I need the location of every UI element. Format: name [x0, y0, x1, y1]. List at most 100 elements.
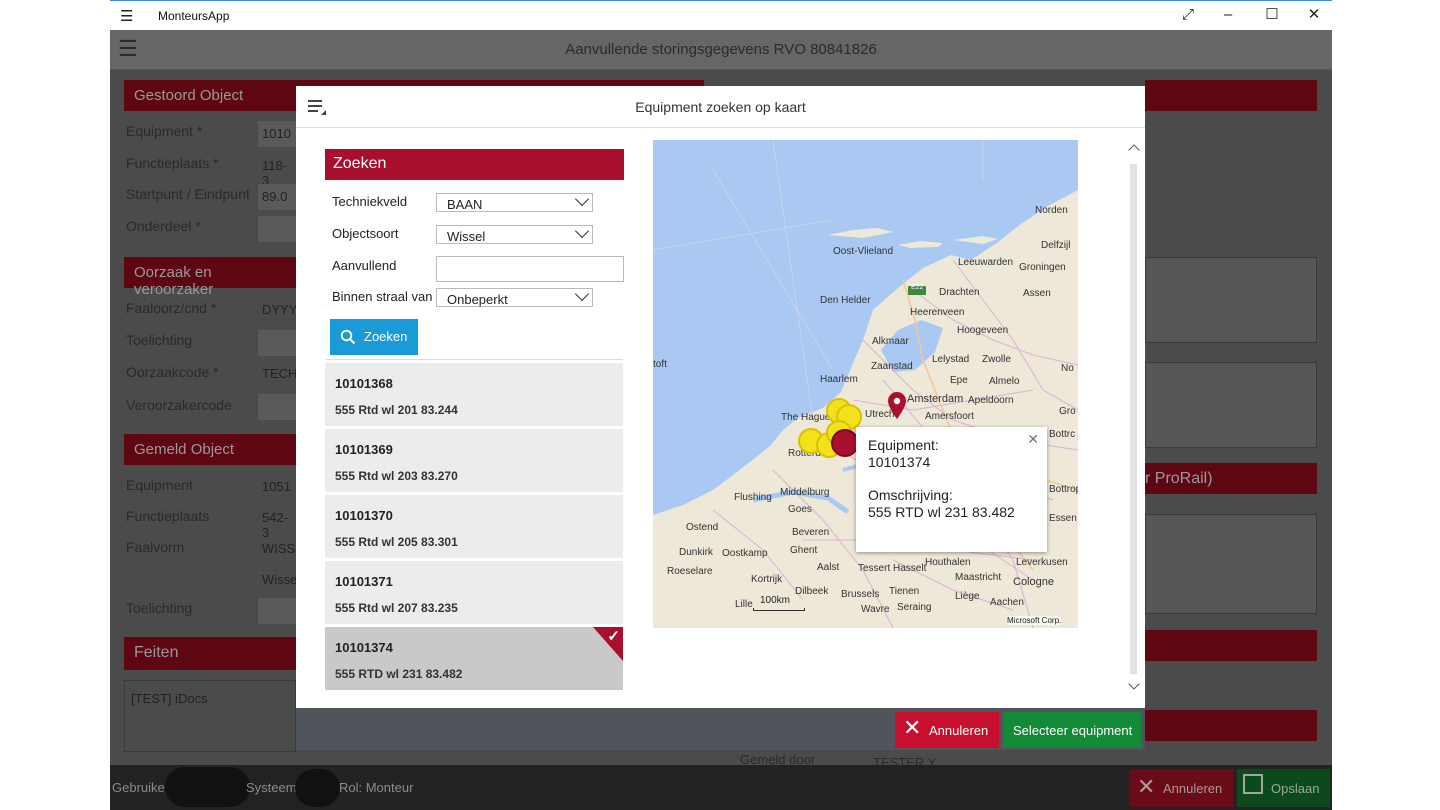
- app-header: ☰ Aanvullende storingsgegevens RVO 80841…: [110, 30, 1332, 70]
- save-button[interactable]: Opslaan: [1237, 769, 1330, 807]
- value-toelichting[interactable]: [258, 330, 298, 356]
- map-label: Kortrijk: [751, 574, 783, 585]
- chevron-up-icon[interactable]: [1128, 144, 1140, 156]
- right-box-3: [1145, 514, 1317, 614]
- select-techniekveld-value: BAAN: [447, 197, 483, 212]
- map-label: Amersfoort: [925, 411, 974, 422]
- value-gemeld-toelichting[interactable]: [258, 598, 298, 624]
- map-label: Drachten: [939, 287, 980, 298]
- feiten-box: [TEST] iDocs: [124, 680, 296, 752]
- result-item[interactable]: 10101368 555 Rtd wl 201 83.244: [325, 363, 623, 426]
- status-cancel-button[interactable]: ✕ Annuleren: [1129, 769, 1233, 807]
- label-toelichting: Toelichting: [126, 332, 193, 348]
- result-description: 555 Rtd wl 201 83.244: [335, 403, 458, 417]
- chevron-down-icon: [574, 191, 590, 207]
- map-selected-marker[interactable]: [831, 429, 859, 457]
- map-popup: ✕ Equipment: 10101374 Omschrijving: 555 …: [856, 427, 1047, 552]
- map-label: Groningen: [1019, 262, 1066, 273]
- dialog-header: Equipment zoeken op kaart: [296, 86, 1145, 128]
- close-window-button[interactable]: ✕: [1302, 5, 1326, 25]
- value-equipment[interactable]: 1010: [258, 121, 298, 147]
- label-objectsoort: Objectsoort: [332, 226, 399, 241]
- value-startpunt[interactable]: 89.0: [258, 184, 298, 210]
- map-label: Essen: [1049, 513, 1077, 524]
- right-section-header-2: [1145, 630, 1317, 661]
- map-pin-icon[interactable]: [887, 392, 907, 420]
- result-item[interactable]: 10101370 555 Rtd wl 205 83.301: [325, 495, 623, 558]
- result-description: 555 Rtd wl 203 83.270: [335, 469, 458, 483]
- popup-omschrijving-label: Omschrijving:: [868, 487, 953, 503]
- value-faalvorm-2: Wisse: [262, 572, 298, 587]
- right-section-prorail-text: r ProRail): [1145, 470, 1213, 487]
- right-box-2: [1145, 362, 1317, 448]
- result-description: 555 RTD wl 231 83.482: [335, 667, 463, 681]
- dialog-scrollbar[interactable]: [1128, 140, 1142, 696]
- map-label: Lelystad: [932, 354, 970, 365]
- equipment-map-dialog: Equipment zoeken op kaart Zoeken Technie…: [296, 86, 1145, 750]
- label-techniekveld: Techniekveld: [332, 194, 408, 209]
- map-label: Zaanstad: [871, 361, 913, 372]
- popup-omschrijving-value: 555 RTD wl 231 83.482: [868, 504, 1015, 520]
- label-gemeld-functieplaats: Functieplaats: [126, 508, 210, 524]
- value-onderdeel[interactable]: [258, 216, 298, 242]
- map-label: Assen: [1023, 288, 1051, 299]
- status-cancel-label: Annuleren: [1163, 781, 1223, 796]
- result-number: 10101370: [335, 508, 393, 523]
- search-button[interactable]: Zoeken: [330, 319, 418, 355]
- select-objectsoort[interactable]: Wissel: [436, 223, 593, 244]
- scrollbar-thumb[interactable]: [1130, 164, 1137, 674]
- redacted-system: [295, 769, 340, 807]
- chevron-down-icon[interactable]: [1128, 678, 1140, 690]
- label-oorzaakcode: Oorzaakcode *: [126, 364, 219, 380]
- label-gemeld-toelichting: Toelichting: [126, 600, 193, 616]
- map-label: Middelburg: [780, 487, 830, 498]
- result-description: 555 Rtd wl 207 83.235: [335, 601, 458, 615]
- map-label: Epe: [950, 375, 968, 386]
- value-oorzaakcode: TECH: [262, 366, 298, 381]
- value-veroorzakercode[interactable]: [258, 394, 298, 420]
- fullscreen-icon[interactable]: ⤢: [1176, 5, 1200, 25]
- chevron-down-icon: [574, 223, 590, 239]
- map-label: Amsterdam: [907, 393, 964, 405]
- rol-label: Rol: Monteur: [339, 780, 414, 795]
- map-label: Aachen: [990, 597, 1024, 608]
- checkmark-icon: ✓: [607, 628, 620, 645]
- result-description: 555 Rtd wl 205 83.301: [335, 535, 458, 549]
- value-gemeld-equipment: 1051: [262, 479, 291, 494]
- popup-close-icon[interactable]: ✕: [1027, 431, 1039, 448]
- result-item[interactable]: 10101371 555 Rtd wl 207 83.235: [325, 561, 623, 624]
- result-number: 10101369: [335, 442, 393, 457]
- map-label: Liège: [955, 591, 980, 602]
- value-functieplaats: 118-3: [262, 158, 288, 188]
- select-straal[interactable]: Onbeperkt: [436, 286, 593, 307]
- map-label: Brussels: [841, 589, 880, 600]
- map-label: Maastricht: [955, 572, 1002, 583]
- select-techniekveld[interactable]: BAAN: [436, 191, 593, 212]
- close-icon: ✕: [903, 715, 922, 740]
- map-label: Goes: [788, 504, 812, 515]
- map-label: Lille: [735, 599, 753, 610]
- minimize-button[interactable]: –: [1216, 5, 1240, 25]
- map-label: Ostend: [686, 522, 719, 533]
- save-label: Opslaan: [1271, 781, 1320, 796]
- map-label: Dilbeek: [795, 586, 829, 597]
- maximize-button[interactable]: ☐: [1260, 5, 1284, 25]
- result-item-selected[interactable]: 10101374 555 RTD wl 231 83.482 ✓: [325, 627, 623, 690]
- map-label: Beveren: [792, 527, 830, 538]
- dialog-cancel-button[interactable]: ✕ Annuleren: [895, 712, 999, 748]
- map-copyright: Microsoft Corp.: [1007, 616, 1062, 625]
- map-label: Delfzijl: [1041, 240, 1071, 251]
- label-faaloorz: Faaloorz/cnd *: [126, 300, 217, 316]
- right-section-prorail: r ProRail): [1145, 463, 1317, 494]
- right-section-header-3: [1145, 710, 1317, 741]
- map-label: Hoogeveen: [957, 325, 1009, 336]
- map-label: Zwolle: [982, 354, 1011, 365]
- value-gemeld-functieplaats: 542-3: [262, 510, 289, 540]
- menu-icon[interactable]: ☰: [120, 7, 136, 25]
- map-label: Seraing: [897, 602, 932, 613]
- select-equipment-button[interactable]: Selecteer equipment: [1003, 712, 1141, 748]
- map-view[interactable]: E22 Norden Delfzijl Oost-Vlieland Leeuwa…: [653, 140, 1078, 628]
- result-item[interactable]: 10101369 555 Rtd wl 203 83.270: [325, 429, 623, 492]
- aanvullend-input[interactable]: [436, 256, 624, 282]
- gebruiker-label: Gebruiker: [112, 780, 170, 795]
